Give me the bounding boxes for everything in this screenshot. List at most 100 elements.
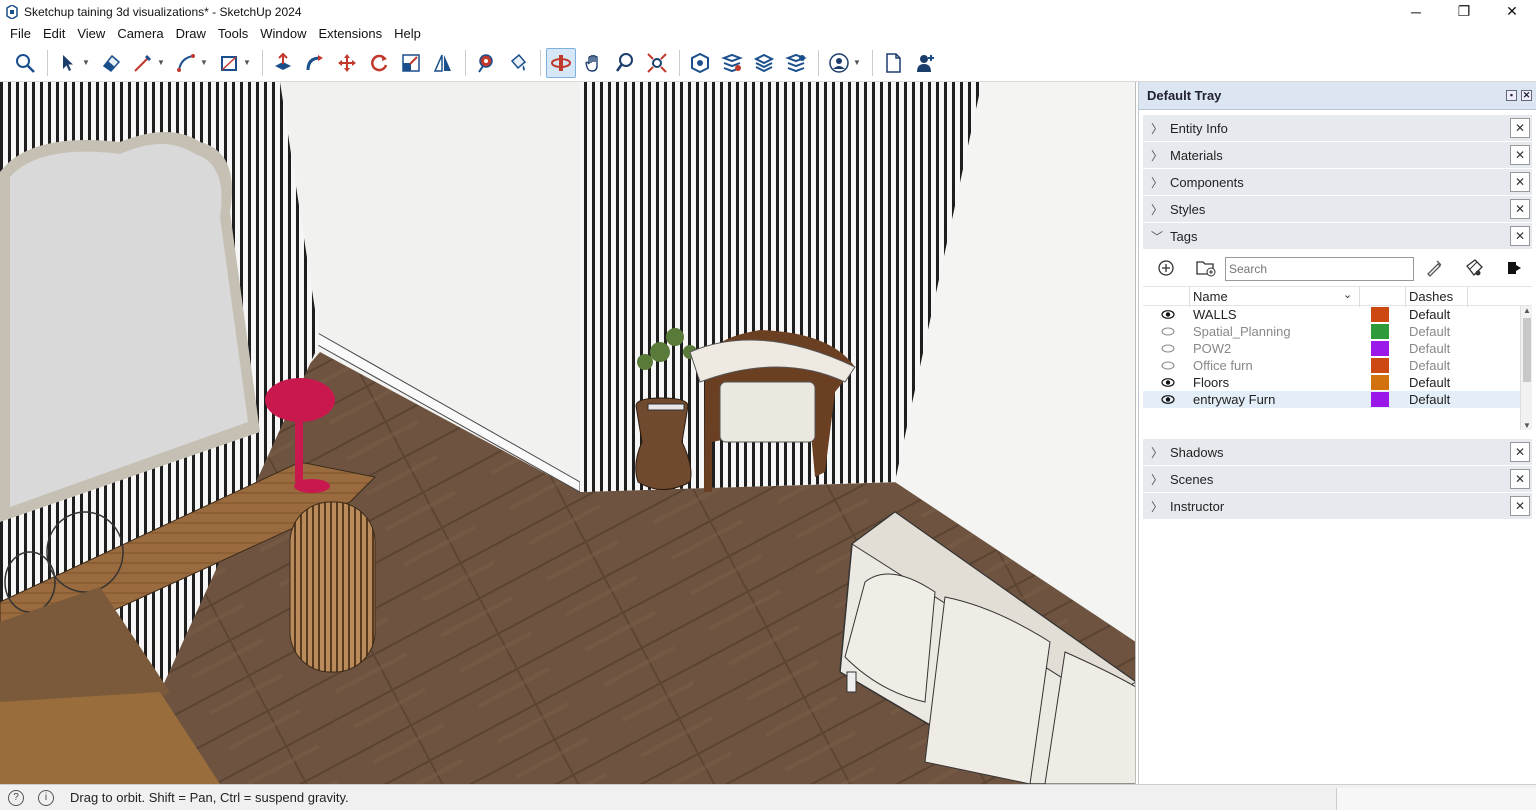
tray-close-icon[interactable]: ✕ [1521,90,1532,101]
rectangle-icon[interactable] [214,48,244,78]
panel-close-button[interactable]: ✕ [1510,118,1530,138]
panel-close-button[interactable]: ✕ [1510,199,1530,219]
tag-name[interactable]: POW2 [1193,341,1231,356]
paint-bucket-icon[interactable] [503,48,533,78]
tag-name[interactable]: Office furn [1193,358,1253,373]
tag-color-swatch[interactable] [1371,392,1389,407]
panel-shadows[interactable]: 〉 Shadows ✕ [1143,439,1532,465]
line-dropdown-icon[interactable]: ▼ [157,58,167,67]
panel-scenes[interactable]: 〉 Scenes ✕ [1143,466,1532,492]
tag-row[interactable]: Spatial_Planning Default [1143,323,1532,340]
scroll-up-icon[interactable]: ▲ [1522,306,1532,315]
panel-styles[interactable]: 〉 Styles ✕ [1143,196,1532,222]
tag-row[interactable]: Office furn Default [1143,357,1532,374]
details-menu-icon[interactable] [1503,257,1525,279]
tag-dashes[interactable]: Default [1409,307,1450,322]
line-icon[interactable] [128,48,158,78]
add-user-icon[interactable] [910,48,940,78]
panel-close-button[interactable]: ✕ [1510,469,1530,489]
new-file-icon[interactable] [878,48,908,78]
panel-tags[interactable]: ﹀ Tags ✕ [1143,223,1532,249]
add-tag-folder-icon[interactable] [1195,257,1217,279]
tag-dashes[interactable]: Default [1409,392,1450,407]
tag-row[interactable]: POW2 Default [1143,340,1532,357]
close-button[interactable]: ✕ [1488,0,1536,23]
tag-color-swatch[interactable] [1371,375,1389,390]
menu-file[interactable]: File [4,26,37,41]
scale-icon[interactable] [396,48,426,78]
tag-color-swatch[interactable] [1371,307,1389,322]
model-viewport[interactable] [0,82,1136,784]
warehouse-icon[interactable] [685,48,715,78]
tag-dashes[interactable]: Default [1409,324,1450,339]
panel-close-button[interactable]: ✕ [1510,172,1530,192]
orbit-icon[interactable] [546,47,576,78]
scroll-down-icon[interactable]: ▼ [1522,421,1532,430]
panel-components[interactable]: 〉 Components ✕ [1143,169,1532,195]
tag-name[interactable]: Floors [1193,375,1229,390]
tag-color-swatch[interactable] [1371,358,1389,373]
zoom-extents-icon[interactable] [642,48,672,78]
follow-me-icon[interactable] [300,48,330,78]
push-pull-icon[interactable] [268,48,298,78]
color-by-tag-icon[interactable] [1463,257,1485,279]
panel-close-button[interactable]: ✕ [1510,145,1530,165]
tag-color-swatch[interactable] [1371,324,1389,339]
menu-extensions[interactable]: Extensions [313,26,389,41]
info-icon[interactable]: i [38,789,54,806]
tag-dashes[interactable]: Default [1409,358,1450,373]
menu-camera[interactable]: Camera [111,26,169,41]
tag-row[interactable]: Floors Default [1143,374,1532,391]
tag-row[interactable]: entryway Furn Default [1143,391,1532,408]
panel-close-button[interactable]: ✕ [1510,226,1530,246]
pin-icon[interactable]: ▪ [1506,90,1517,101]
extension-manager-icon[interactable] [781,48,811,78]
restore-button[interactable]: ❐ [1440,0,1488,23]
panel-materials[interactable]: 〉 Materials ✕ [1143,142,1532,168]
menu-tools[interactable]: Tools [212,26,254,41]
tag-search-input[interactable] [1225,257,1414,281]
menu-help[interactable]: Help [388,26,427,41]
menu-draw[interactable]: Draw [170,26,212,41]
arc-dropdown-icon[interactable]: ▼ [200,58,210,67]
tag-tool-icon[interactable] [1423,257,1445,279]
move-icon[interactable] [332,48,362,78]
eye-open-icon[interactable] [1161,376,1175,389]
flip-icon[interactable] [428,48,458,78]
measurements-box[interactable] [1336,788,1536,810]
tape-measure-icon[interactable] [471,48,501,78]
tags-scrollbar[interactable]: ▲ ▼ [1520,306,1532,430]
select-icon[interactable] [53,48,83,78]
arc-icon[interactable] [171,48,201,78]
add-tag-icon[interactable] [1155,257,1177,279]
panel-close-button[interactable]: ✕ [1510,442,1530,462]
eye-closed-icon[interactable] [1161,359,1175,372]
zoom-icon[interactable] [610,48,640,78]
tag-name[interactable]: WALLS [1193,307,1237,322]
panel-entity-info[interactable]: 〉 Entity Info ✕ [1143,115,1532,141]
search-icon[interactable] [10,48,40,78]
column-name-header[interactable]: Name [1193,289,1228,304]
eye-open-icon[interactable] [1161,308,1175,321]
help-icon[interactable]: ? [8,789,24,806]
tag-row[interactable]: WALLS Default [1143,306,1532,323]
menu-window[interactable]: Window [254,26,312,41]
rotate-icon[interactable] [364,48,394,78]
column-dashes-header[interactable]: Dashes [1409,289,1453,304]
menu-edit[interactable]: Edit [37,26,71,41]
eraser-icon[interactable] [96,48,126,78]
tag-dashes[interactable]: Default [1409,375,1450,390]
extension-warehouse-icon[interactable] [717,48,747,78]
account-icon[interactable] [824,48,854,78]
tag-name[interactable]: entryway Furn [1193,392,1275,407]
eye-open-icon[interactable] [1161,393,1175,406]
account-dropdown-icon[interactable]: ▼ [853,58,863,67]
panel-close-button[interactable]: ✕ [1510,496,1530,516]
select-dropdown-icon[interactable]: ▼ [82,58,92,67]
eye-closed-icon[interactable] [1161,342,1175,355]
menu-view[interactable]: View [71,26,111,41]
scroll-thumb[interactable] [1523,318,1531,382]
eye-closed-icon[interactable] [1161,325,1175,338]
layout-icon[interactable] [749,48,779,78]
chevron-down-icon[interactable]: ⌄ [1343,288,1352,301]
